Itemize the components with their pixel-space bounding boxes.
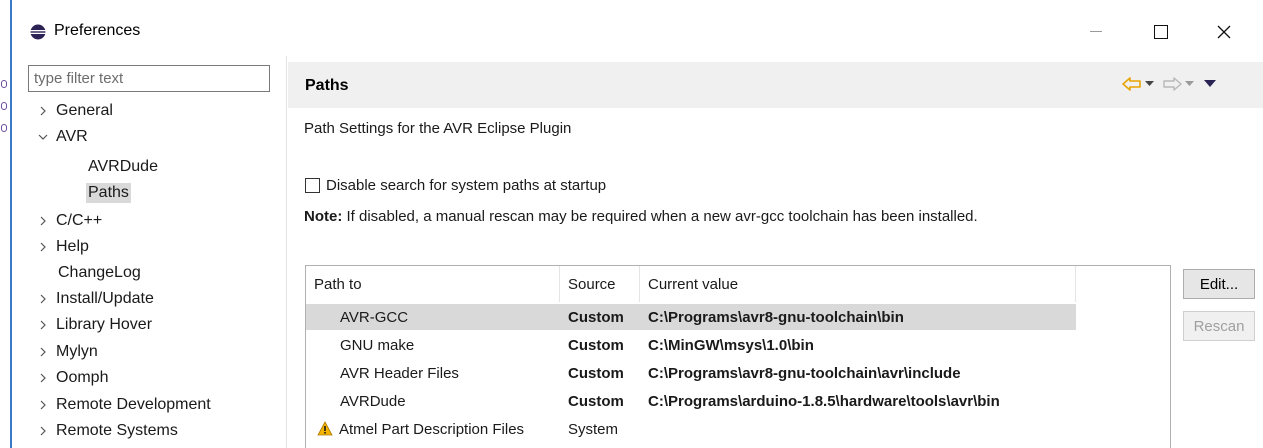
chevron-right-icon[interactable]: [32, 392, 54, 418]
row-path: AVR-GCC: [340, 308, 409, 326]
back-arrow-icon: [1122, 77, 1141, 91]
tree-item-remote-systems[interactable]: Remote Systems: [32, 418, 180, 444]
tree-item-paths[interactable]: Paths: [86, 180, 131, 206]
disable-search-label[interactable]: Disable search for system paths at start…: [326, 177, 606, 194]
tree-item-help[interactable]: Help: [32, 234, 91, 260]
chevron-right-icon[interactable]: [32, 234, 54, 260]
view-menu-icon: [1204, 80, 1216, 87]
edge-marker: [1, 80, 7, 88]
row-source: Custom: [568, 336, 624, 354]
minimize-button[interactable]: [1076, 16, 1116, 48]
table-row[interactable]: AVR Header Files Custom C:\Programs\avr8…: [306, 360, 1076, 386]
row-path: AVRDude: [340, 392, 406, 410]
warning-icon: [317, 421, 333, 436]
tree-item-changelog[interactable]: ChangeLog: [56, 260, 143, 286]
tree-item-general[interactable]: General: [32, 98, 115, 124]
edge-marker: [1, 102, 7, 110]
sash-divider[interactable]: [286, 56, 287, 448]
forward-button[interactable]: [1162, 74, 1182, 94]
column-header-source[interactable]: Source: [560, 266, 640, 302]
page-header: Paths: [288, 62, 1263, 108]
back-dropdown-button[interactable]: [1145, 74, 1154, 94]
tree-item-label: Paths: [86, 183, 131, 203]
title-bar: Preferences: [12, 0, 1263, 62]
table-row[interactable]: AVR-GCC Custom C:\Programs\avr8-gnu-tool…: [306, 304, 1076, 330]
note-text: Note: If disabled, a manual rescan may b…: [304, 208, 978, 225]
maximize-icon: [1154, 25, 1168, 39]
chevron-down-icon[interactable]: [32, 124, 54, 150]
tree-item-label: Library Hover: [56, 316, 153, 333]
view-menu-button[interactable]: [1204, 74, 1216, 94]
tree-item-label: Oomph: [56, 369, 109, 386]
row-source: Custom: [568, 308, 624, 326]
window-left-edge: [0, 0, 12, 448]
table-header: Path to Source Current value: [306, 266, 1170, 302]
table-row[interactable]: Atmel Part Description Files System: [306, 416, 1076, 442]
chevron-right-icon[interactable]: [32, 312, 54, 338]
tree-item-label: AVR: [56, 128, 88, 145]
column-header-value[interactable]: Current value: [640, 266, 1076, 302]
row-path: GNU make: [340, 336, 415, 354]
row-path: AVR Header Files: [340, 364, 459, 382]
tree-item-cpp[interactable]: C/C++: [32, 208, 104, 234]
tree-item-label: Install/Update: [56, 290, 154, 307]
column-header-path[interactable]: Path to: [306, 266, 560, 302]
row-value: C:\Programs\arduino-1.8.5\hardware\tools…: [648, 392, 1000, 410]
row-source: Custom: [568, 364, 624, 382]
filter-input[interactable]: [28, 65, 270, 92]
row-source: Custom: [568, 392, 624, 410]
back-dropdown-icon: [1145, 81, 1154, 86]
tree-item-install-update[interactable]: Install/Update: [32, 286, 156, 312]
paths-table[interactable]: Path to Source Current value AVR-GCC Cus…: [305, 265, 1171, 448]
disable-search-checkbox[interactable]: [305, 178, 320, 193]
edge-marker: [1, 124, 7, 132]
tree-item-label: Help: [56, 238, 89, 255]
rescan-button[interactable]: Rescan: [1183, 311, 1255, 341]
disable-search-option[interactable]: Disable search for system paths at start…: [305, 177, 606, 194]
note-body: If disabled, a manual rescan may be requ…: [342, 208, 978, 225]
window-title: Preferences: [54, 22, 141, 39]
tree-item-label: Remote Systems: [56, 422, 178, 439]
table-row[interactable]: GNU make Custom C:\MinGW\msys\1.0\bin: [306, 332, 1076, 358]
chevron-right-icon[interactable]: [32, 208, 54, 234]
forward-dropdown-icon: [1185, 81, 1194, 86]
chevron-right-icon[interactable]: [32, 339, 54, 365]
back-button[interactable]: [1122, 74, 1142, 94]
tree-item-label: General: [56, 102, 113, 119]
close-icon: [1217, 25, 1231, 39]
edge-bar: [10, 0, 12, 448]
row-value: C:\Programs\avr8-gnu-toolchain\bin: [648, 308, 904, 326]
row-path: Atmel Part Description Files: [339, 420, 525, 438]
tree-item-label: Remote Development: [56, 396, 211, 413]
tree-item-avr[interactable]: AVR: [32, 124, 90, 150]
close-button[interactable]: [1204, 16, 1244, 48]
tree-item-label: C/C++: [56, 212, 103, 229]
note-label: Note:: [304, 208, 343, 225]
row-path-cell: Atmel Part Description Files: [317, 416, 524, 442]
row-value: C:\Programs\avr8-gnu-toolchain\avr\inclu…: [648, 364, 961, 382]
row-source: System: [568, 420, 619, 438]
page-title: Paths: [305, 77, 349, 94]
maximize-button[interactable]: [1141, 16, 1181, 48]
tree-item-oomph[interactable]: Oomph: [32, 365, 110, 391]
chevron-right-icon[interactable]: [32, 418, 54, 444]
chevron-right-icon[interactable]: [32, 98, 54, 124]
tree-item-label: Mylyn: [56, 343, 98, 360]
tree-item-label: ChangeLog: [58, 264, 141, 281]
edit-button[interactable]: Edit...: [1183, 269, 1255, 299]
minimize-icon: [1090, 31, 1102, 32]
eclipse-icon: [30, 24, 46, 40]
forward-dropdown-button[interactable]: [1185, 74, 1194, 94]
page-description: Path Settings for the AVR Eclipse Plugin: [304, 120, 572, 137]
tree-item-library-hover[interactable]: Library Hover: [32, 312, 154, 338]
chevron-right-icon[interactable]: [32, 365, 54, 391]
forward-arrow-icon: [1163, 77, 1182, 91]
tree-item-mylyn[interactable]: Mylyn: [32, 339, 100, 365]
tree-item-avrdude[interactable]: AVRDude: [86, 154, 160, 180]
tree-item-remote-development[interactable]: Remote Development: [32, 392, 213, 418]
chevron-right-icon[interactable]: [32, 286, 54, 312]
tree-item-label: AVRDude: [88, 158, 158, 175]
row-value: C:\MinGW\msys\1.0\bin: [648, 336, 814, 354]
table-row[interactable]: AVRDude Custom C:\Programs\arduino-1.8.5…: [306, 388, 1076, 414]
